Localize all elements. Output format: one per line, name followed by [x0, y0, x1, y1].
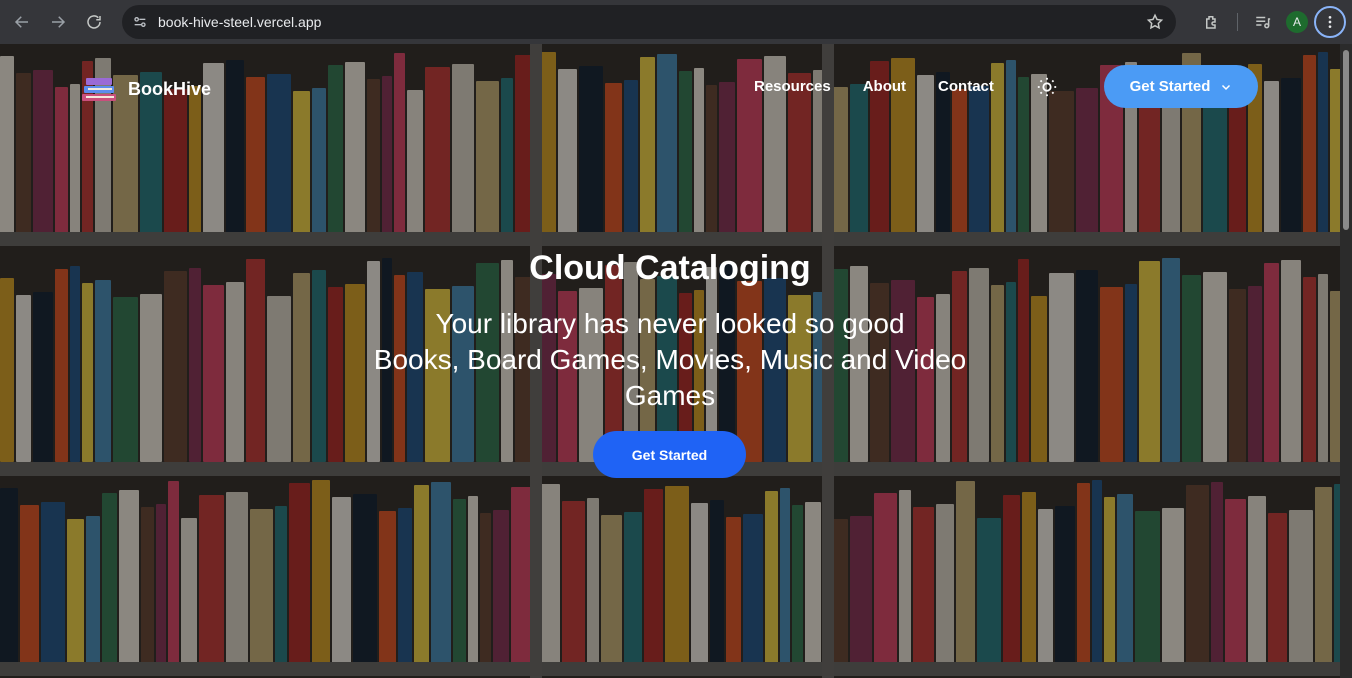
- hero-subtitle-line1: Your library has never looked so good: [435, 308, 905, 339]
- more-menu-icon[interactable]: [1314, 6, 1346, 38]
- hero-get-started-button[interactable]: Get Started: [593, 431, 746, 478]
- url-text: book-hive-steel.vercel.app: [158, 14, 322, 30]
- back-icon[interactable]: [4, 4, 40, 40]
- extensions-icon[interactable]: [1195, 5, 1229, 39]
- brand[interactable]: BookHive: [80, 74, 211, 104]
- scrollbar[interactable]: [1340, 44, 1352, 678]
- get-started-dropdown-button[interactable]: Get Started: [1104, 65, 1258, 108]
- sun-icon[interactable]: [1036, 76, 1058, 98]
- bookmark-star-icon[interactable]: [1146, 13, 1164, 31]
- get-started-label: Get Started: [1129, 78, 1211, 95]
- hero-title: Cloud Cataloging: [529, 249, 811, 287]
- nav-link-contact[interactable]: Contact: [938, 78, 994, 95]
- brand-name: BookHive: [128, 78, 212, 99]
- media-control-icon[interactable]: [1246, 5, 1280, 39]
- reload-icon[interactable]: [76, 4, 112, 40]
- page-viewport: BookHive Resources About Contact Get Sta…: [0, 44, 1340, 678]
- nav-link-about[interactable]: About: [863, 78, 906, 95]
- scrollbar-thumb[interactable]: [1343, 50, 1349, 230]
- chevron-down-icon: [1222, 84, 1231, 90]
- nav-link-resources[interactable]: Resources: [754, 78, 831, 95]
- hero-subtitle-line2: Books, Board Games, Movies, Music and Vi…: [373, 344, 967, 411]
- browser-toolbar: book-hive-steel.vercel.app A: [0, 0, 1352, 44]
- toolbar-divider: [1237, 13, 1238, 31]
- site-info-icon[interactable]: [130, 12, 150, 32]
- books-logo-icon: [82, 78, 116, 101]
- address-bar[interactable]: book-hive-steel.vercel.app: [122, 5, 1176, 39]
- nav-links: Resources About Contact: [754, 78, 1026, 95]
- hero-subtitle: Your library has never looked so good Bo…: [355, 306, 985, 414]
- forward-icon[interactable]: [40, 4, 76, 40]
- profile-avatar[interactable]: A: [1286, 11, 1308, 33]
